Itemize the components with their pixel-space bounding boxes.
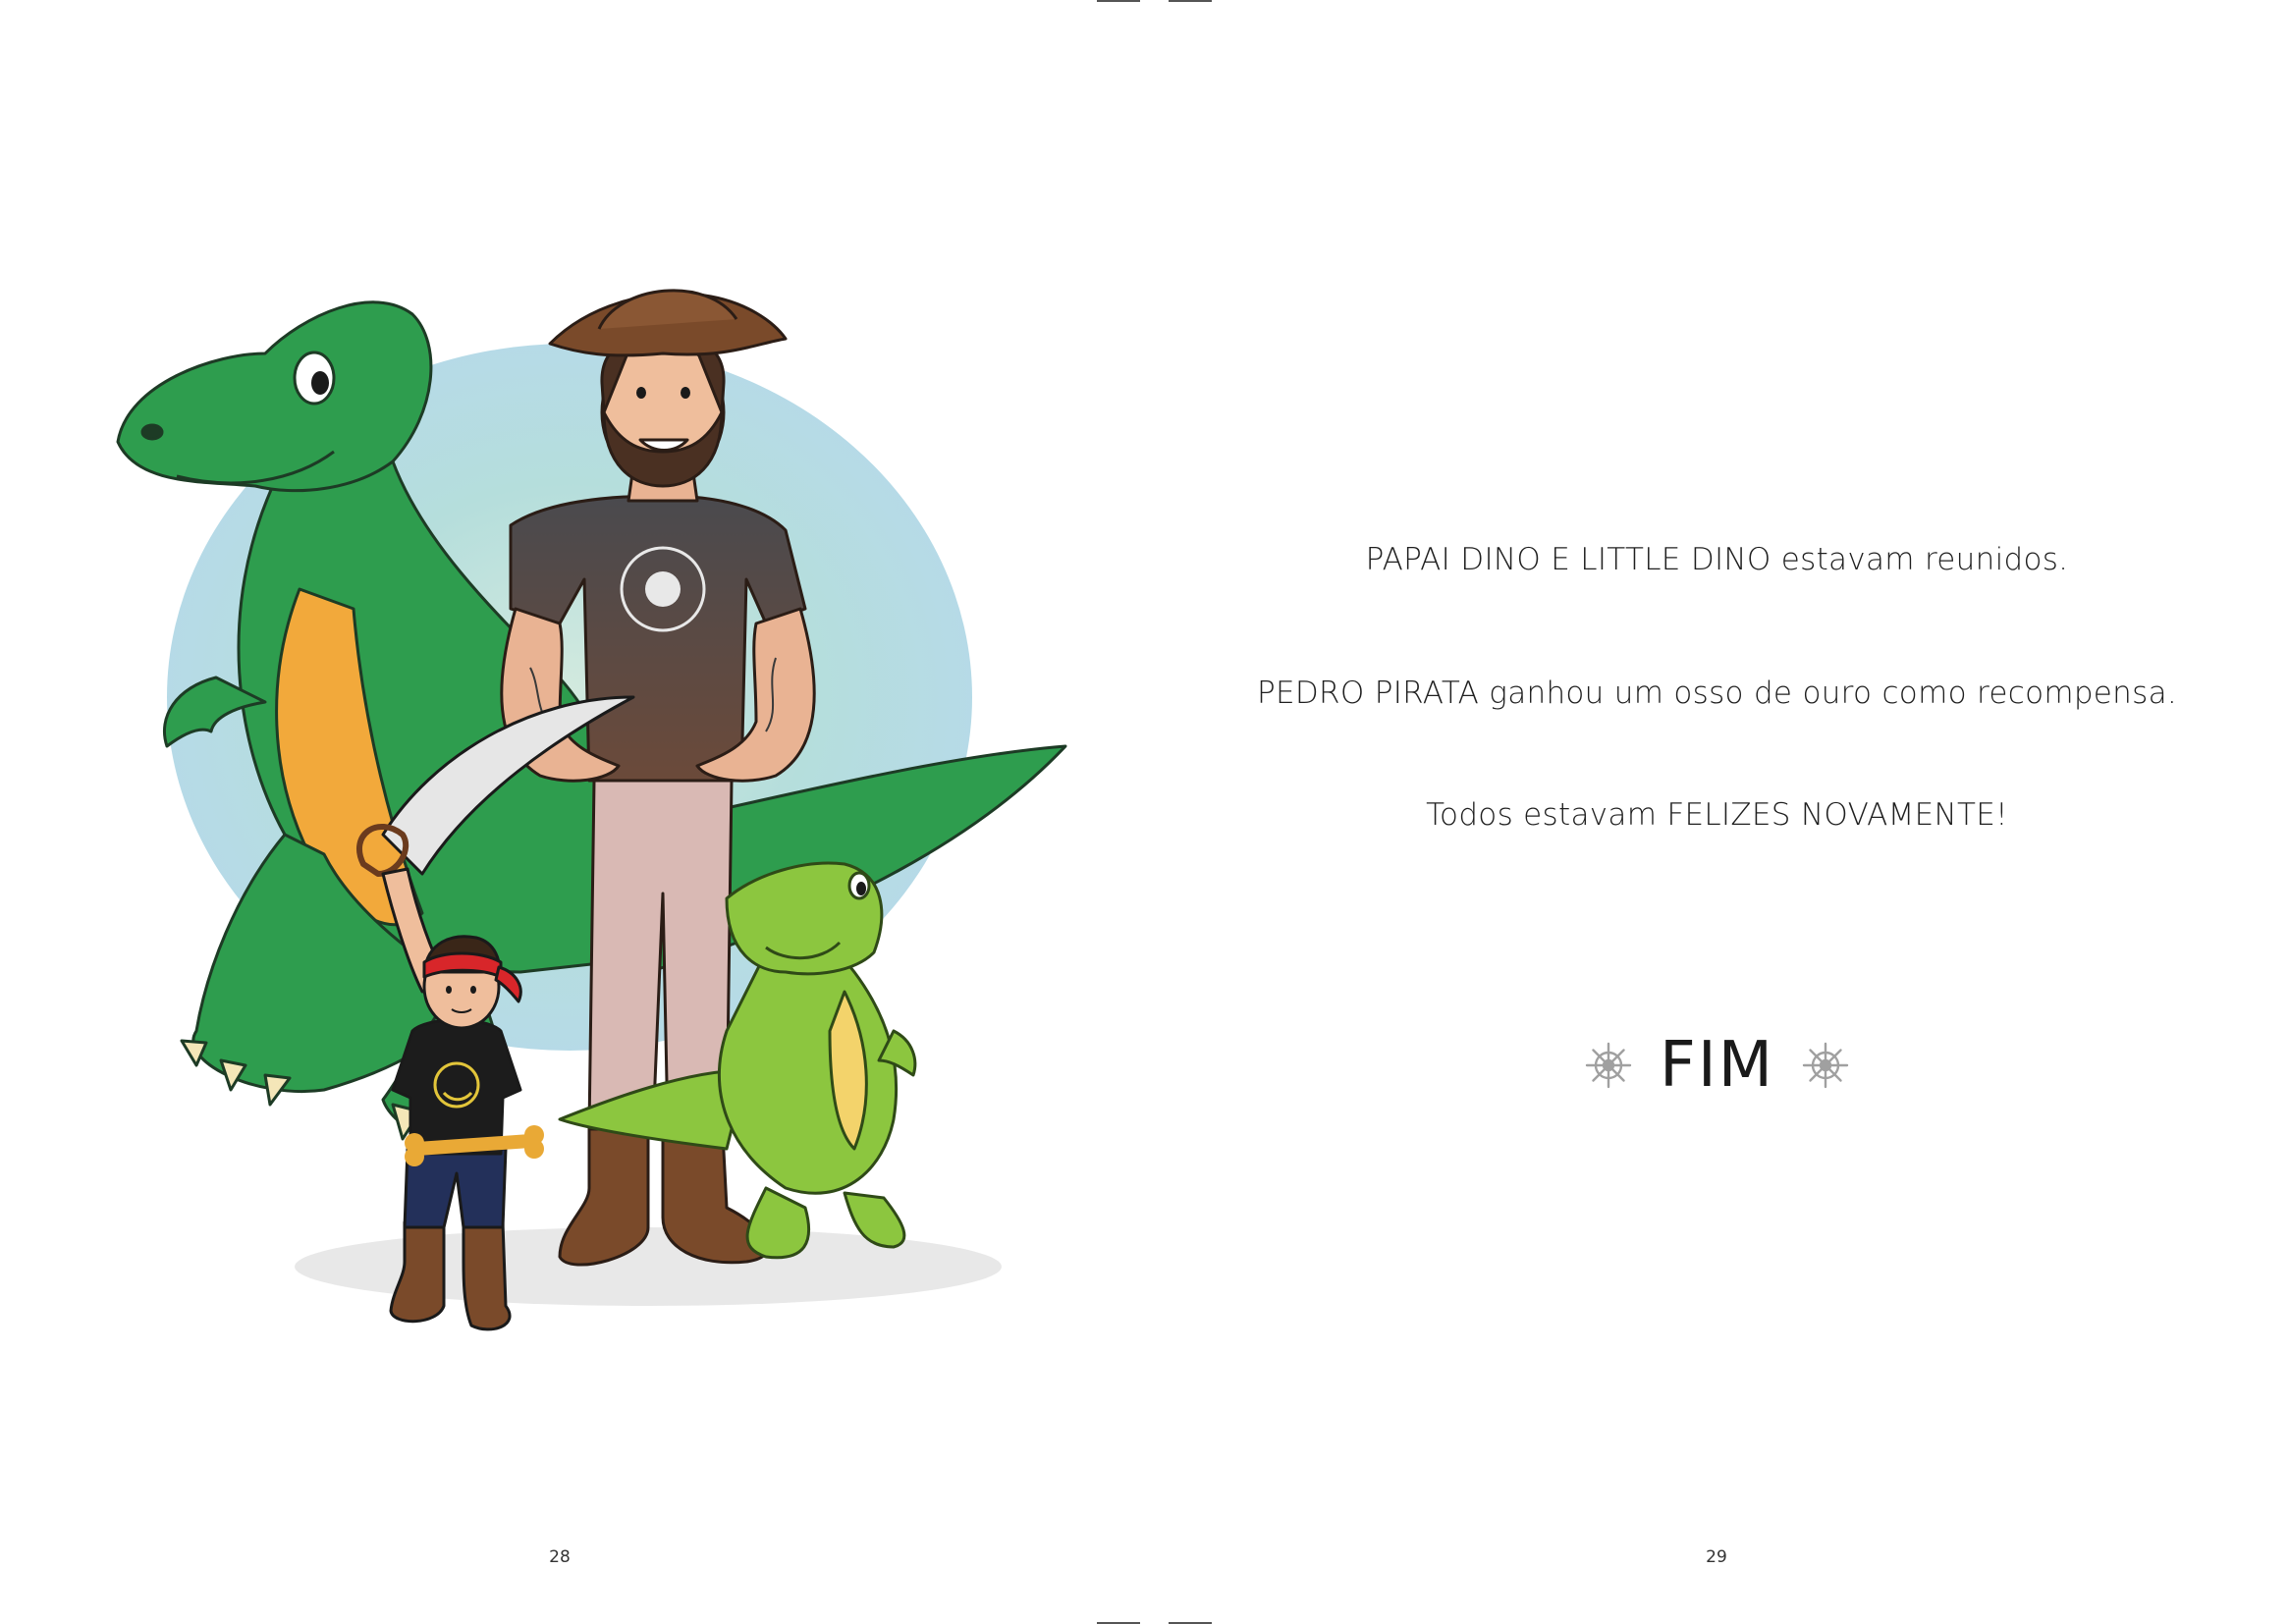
page-number-left: 28	[549, 1547, 571, 1567]
story-line-3: Todos estavam FELIZES NOVAMENTE!	[1426, 797, 2008, 833]
story-line-2: PEDRO PIRATA ganhou um osso de ouro como…	[1256, 676, 2178, 711]
page-number-right: 29	[1706, 1547, 1727, 1567]
ending-row: FIM	[1145, 1021, 2289, 1110]
left-page: 28	[0, 0, 1144, 1624]
book-spread: 28 PAPAI DINO E LITTLE DINO estavam reun…	[0, 0, 2289, 1624]
right-page: PAPAI DINO E LITTLE DINO estavam reunido…	[1145, 0, 2289, 1624]
ending-title: FIM	[1660, 1029, 1774, 1102]
story-line-1: PAPAI DINO E LITTLE DINO estavam reunido…	[1365, 542, 2069, 577]
ship-wheel-icon	[1802, 1042, 1849, 1089]
ship-wheel-icon	[1585, 1042, 1632, 1089]
story-illustration	[116, 289, 1067, 1331]
